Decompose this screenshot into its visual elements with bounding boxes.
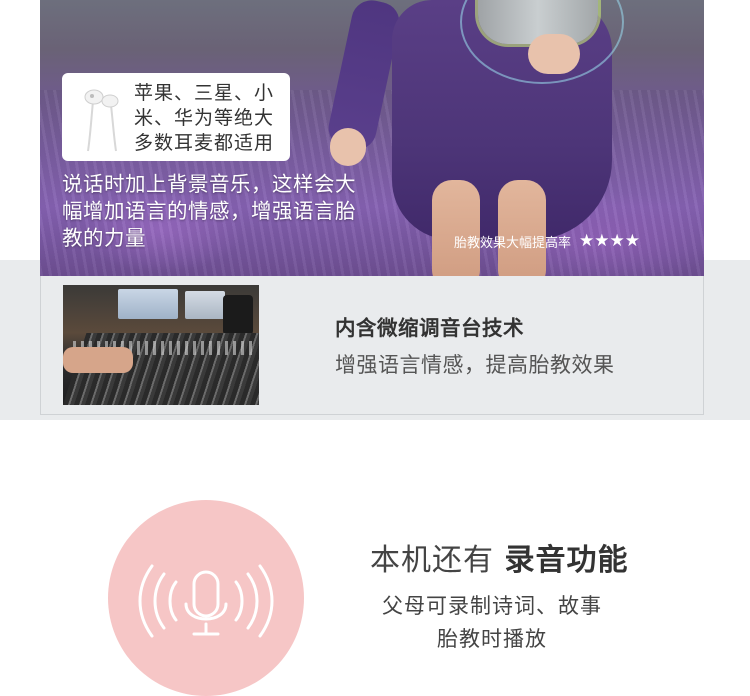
mixer-feature-subtitle: 增强语言情感，提高胎教效果: [335, 353, 615, 377]
recording-desc-line1: 父母可录制诗词、故事: [382, 594, 602, 618]
mixer-feature-title: 内含微缩调音台技术: [335, 316, 524, 340]
woman-leg-right: [498, 180, 546, 276]
earphone-caption: 苹果、三星、小米、华为等绝大多数耳麦都适用: [134, 82, 275, 154]
earphone-icon: [84, 89, 119, 152]
studio-speaker: [223, 295, 253, 335]
rating-label: 胎教效果大幅提高率: [454, 235, 572, 251]
recording-description: 父母可录制诗词、故事 胎教时播放: [352, 590, 632, 656]
hand-on-belt: [528, 34, 580, 74]
woman-hand: [330, 128, 366, 166]
woman-leg-left: [432, 180, 480, 276]
studio-monitor-secondary: [185, 291, 225, 319]
record-feature-circle: [108, 500, 304, 696]
mixing-console-photo: [63, 285, 259, 405]
recording-title-bold: 录音功能: [504, 543, 629, 578]
recording-title-prefix: 本机还有: [370, 543, 505, 578]
operator-hand: [63, 347, 133, 373]
microphone-icon: [138, 564, 274, 638]
background-music-caption: 说话时加上背景音乐，这样会大幅增加语言的情感，增强语言胎教的力量: [62, 172, 356, 250]
effect-rating: 胎教效果大幅提高率 ★★★★: [454, 231, 640, 251]
recording-title: 本机还有 录音功能: [370, 535, 629, 579]
rating-stars: ★★★★: [579, 231, 640, 251]
earphone-compat-card: 苹果、三星、小米、华为等绝大多数耳麦都适用: [62, 73, 290, 161]
studio-monitor: [118, 289, 178, 319]
recording-desc-line2: 胎教时播放: [437, 627, 547, 651]
